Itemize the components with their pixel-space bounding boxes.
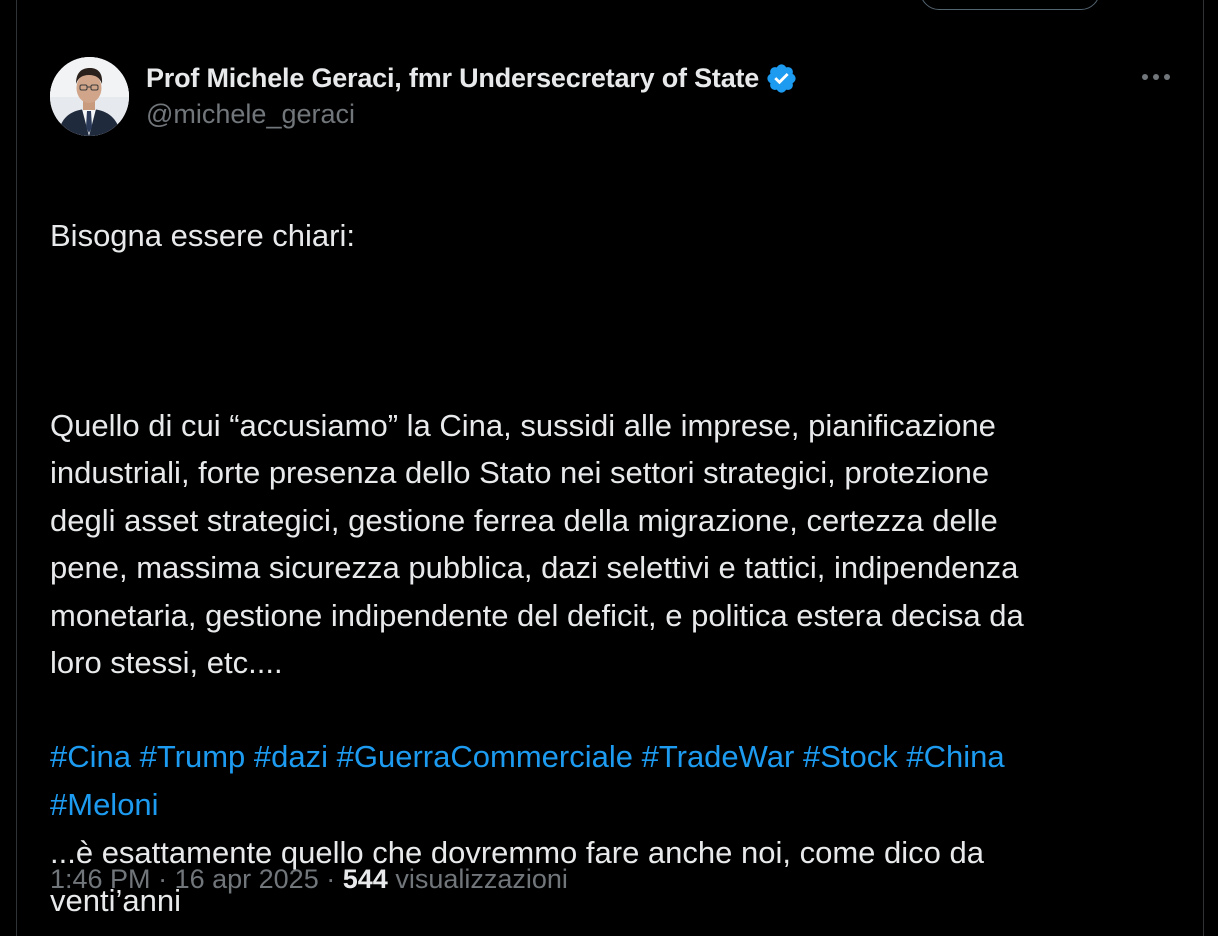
more-options-button[interactable]	[1138, 64, 1174, 90]
hashtag-link[interactable]: #Stock	[803, 739, 898, 774]
more-options-icon	[1142, 74, 1170, 80]
verified-badge-icon[interactable]	[765, 62, 798, 95]
author-handle[interactable]: @michele_geraci	[146, 99, 355, 130]
hashtag-link[interactable]: #dazi	[254, 739, 328, 774]
hashtag-link[interactable]: #Meloni	[50, 787, 159, 822]
views-count[interactable]: 544	[343, 864, 388, 894]
meta-separator: ·	[158, 864, 168, 894]
author-display-name[interactable]: Prof Michele Geraci, fmr Undersecretary …	[146, 63, 759, 94]
hashtag-link[interactable]: #China	[906, 739, 1004, 774]
tweet-time[interactable]: 1:46 PM	[50, 864, 151, 894]
hashtag-link[interactable]: #TradeWar	[642, 739, 795, 774]
hashtag-link[interactable]: #Trump	[140, 739, 246, 774]
author-name-row: Prof Michele Geraci, fmr Undersecretary …	[146, 58, 798, 98]
tweet-intro-line: Bisogna essere chiari:	[50, 217, 355, 253]
hashtag-link[interactable]: #Cina	[50, 739, 131, 774]
tweet-date[interactable]: 16 apr 2025	[175, 864, 319, 894]
avatar[interactable]	[50, 57, 129, 136]
meta-separator: ·	[326, 864, 336, 894]
profile-photo	[50, 57, 129, 136]
hashtag-link[interactable]: #GuerraCommerciale	[337, 739, 633, 774]
hashtag-list: #Cina #Trump #dazi #GuerraCommerciale #T…	[50, 733, 1160, 828]
tweet-metadata: 1:46 PM · 16 apr 2025 · 544 visualizzazi…	[50, 864, 568, 895]
paragraph-spacer	[50, 307, 1180, 355]
tweet-detail-view: Prof Michele Geraci, fmr Undersecretary …	[0, 0, 1218, 936]
tweet-main-paragraph: Quello di cui “accusiamo” la Cina, sussi…	[50, 407, 1024, 681]
views-label[interactable]: visualizzazioni	[395, 864, 568, 894]
top-pill-button[interactable]	[920, 0, 1100, 10]
